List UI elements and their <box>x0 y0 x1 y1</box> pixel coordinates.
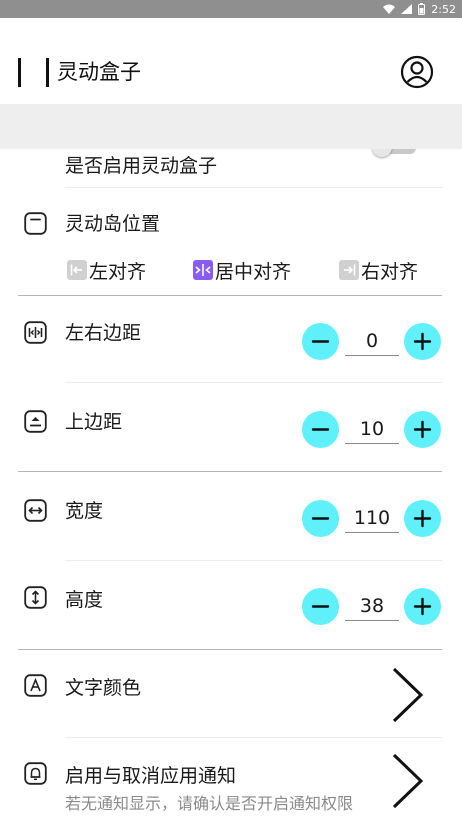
margin-lr-increment-button[interactable] <box>404 323 441 360</box>
app-bar: 灵动盒子 <box>0 18 462 104</box>
section-divider <box>18 295 442 296</box>
title-accent-bar <box>18 58 21 87</box>
margin-top-stepper <box>302 411 442 449</box>
margin-top-input[interactable] <box>345 414 399 444</box>
island-position-icon <box>24 212 47 235</box>
margin-lr-decrement-button[interactable] <box>302 323 339 360</box>
notification-label: 启用与取消应用通知 <box>65 765 237 787</box>
settings-list[interactable]: 是否启用灵动盒子 灵动岛位置 左对齐 居中对齐 右对齐 左右边距 0 上边距 1… <box>0 149 462 823</box>
minus-icon <box>311 605 330 608</box>
status-time: 2:52 <box>431 2 456 16</box>
top-margin-icon <box>24 410 47 433</box>
width-icon <box>24 499 47 522</box>
margin-top-decrement-button[interactable] <box>302 411 339 448</box>
horizontal-margin-icon <box>24 321 47 344</box>
width-decrement-button[interactable] <box>302 500 339 537</box>
minus-icon <box>311 340 330 343</box>
align-left-icon <box>67 260 87 280</box>
divider <box>65 382 442 383</box>
height-icon <box>24 586 47 609</box>
align-right-option[interactable]: 右对齐 <box>339 257 418 283</box>
divider <box>65 560 442 561</box>
height-decrement-button[interactable] <box>302 588 339 625</box>
height-increment-button[interactable] <box>404 588 441 625</box>
plus-icon <box>413 597 432 616</box>
align-right-icon <box>339 260 359 280</box>
margin-lr-stepper <box>302 323 442 361</box>
margin-top-increment-button[interactable] <box>404 411 441 448</box>
align-center-option[interactable]: 居中对齐 <box>193 257 291 283</box>
signal-icon <box>401 4 413 14</box>
text-color-icon <box>24 674 47 697</box>
align-left-option[interactable]: 左对齐 <box>67 257 146 283</box>
plus-icon <box>413 332 432 351</box>
width-label: 宽度 <box>65 500 104 522</box>
width-increment-button[interactable] <box>404 500 441 537</box>
person-circle-icon[interactable] <box>400 55 434 89</box>
status-bar: 2:52 <box>0 0 462 18</box>
align-left-label: 左对齐 <box>89 260 147 283</box>
section-divider <box>18 649 442 650</box>
divider <box>65 737 442 738</box>
align-center-icon <box>193 260 213 280</box>
bell-icon <box>24 762 47 785</box>
wifi-icon <box>383 4 396 14</box>
minus-icon <box>311 517 330 520</box>
chevron-right-icon <box>392 667 424 723</box>
height-label: 高度 <box>65 589 104 611</box>
enable-setting-row: 是否启用灵动盒子 <box>0 149 462 187</box>
height-input[interactable] <box>345 591 399 621</box>
battery-icon <box>418 3 426 15</box>
enable-label: 是否启用灵动盒子 <box>65 155 218 177</box>
margin-lr-label: 左右边距 <box>65 322 142 344</box>
title-accent-bar <box>46 58 49 87</box>
margin-top-label: 上边距 <box>65 411 123 433</box>
position-label: 灵动岛位置 <box>65 213 161 235</box>
margin-lr-input[interactable] <box>345 326 399 356</box>
chevron-right-icon <box>392 753 424 809</box>
align-center-label: 居中对齐 <box>215 260 292 283</box>
notification-sub-label: 若无通知显示，请确认是否开启通知权限 <box>65 794 354 813</box>
height-stepper <box>302 588 442 626</box>
toggle-knob <box>372 149 392 157</box>
divider <box>65 187 442 188</box>
banner-area <box>0 104 462 149</box>
align-right-label: 右对齐 <box>361 260 419 283</box>
enable-toggle[interactable] <box>372 149 416 157</box>
plus-icon <box>413 509 432 528</box>
section-divider <box>18 471 442 472</box>
minus-icon <box>311 428 330 431</box>
text-color-label: 文字颜色 <box>65 677 142 699</box>
plus-icon <box>413 420 432 439</box>
width-stepper <box>302 500 442 538</box>
page-title: 灵动盒子 <box>57 60 141 84</box>
width-input[interactable] <box>345 503 399 533</box>
